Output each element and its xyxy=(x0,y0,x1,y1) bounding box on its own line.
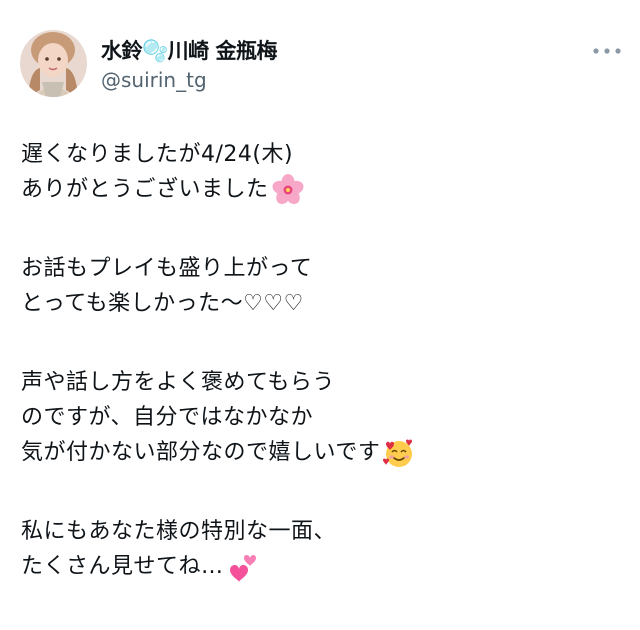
tweet-line: ありがとうございました xyxy=(21,172,621,207)
author-display-name: 水鈴🫧川崎 金瓶梅 xyxy=(101,39,277,63)
tweet-card: 水鈴🫧川崎 金瓶梅 @suirin_tg 遅くなりましたが4/24(木) ありが… xyxy=(0,0,640,630)
tweet-line: 私にもあなた様の特別な一面、 xyxy=(21,514,621,549)
tweet-line-text: 声や話し方をよく褒めてもらう xyxy=(21,370,335,395)
tweet-line: 気が付かない部分なので嬉しいです xyxy=(21,435,621,470)
tweet-line: とっても楽しかった〜♡♡♡ xyxy=(21,286,621,321)
avatar[interactable] xyxy=(20,30,87,97)
smiling-face-with-hearts-icon xyxy=(383,439,413,467)
tweet-line-text: 私にもあなた様の特別な一面、 xyxy=(21,519,337,544)
two-hearts-icon xyxy=(229,554,256,582)
author-handle[interactable]: @suirin_tg xyxy=(101,68,207,92)
more-options-button[interactable] xyxy=(588,38,626,64)
tweet-line: お話もプレイも盛り上がって xyxy=(21,251,621,286)
tweet-line-text: 遅くなりましたが4/24(木) xyxy=(21,142,294,167)
tweet-line: 声や話し方をよく褒めてもらう xyxy=(21,365,621,400)
tweet-line: のですが、自分ではなかなか xyxy=(21,400,621,435)
tweet-line-text: とっても楽しかった〜♡♡♡ xyxy=(21,291,304,316)
tweet-line-text: ありがとうございました xyxy=(21,177,269,202)
tweet-line: たくさん見せてね… xyxy=(21,549,621,584)
tweet-line: 遅くなりましたが4/24(木) xyxy=(21,137,621,172)
tweet-line-text: 気が付かない部分なので嬉しいです xyxy=(21,440,381,465)
tweet-line-text: のですが、自分ではなかなか xyxy=(21,405,314,430)
tweet-line-text: お話もプレイも盛り上がって xyxy=(21,256,313,281)
avatar-image xyxy=(20,30,87,97)
tweet-text: 遅くなりましたが4/24(木) ありがとうございました お話もプレイも盛り上がっ… xyxy=(21,137,621,584)
more-horizontal-icon xyxy=(593,48,621,54)
author-name-row[interactable]: 水鈴🫧川崎 金瓶梅 xyxy=(101,36,277,64)
tweet-line-text: たくさん見せてね… xyxy=(21,554,224,579)
cherry-blossom-icon xyxy=(272,173,303,204)
